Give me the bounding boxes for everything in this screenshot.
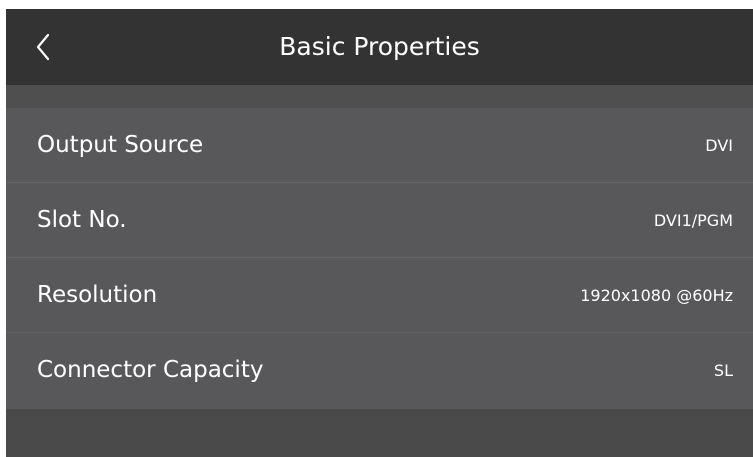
header-bar: Basic Properties <box>6 9 753 85</box>
property-row-connector-capacity: Connector Capacity SL <box>6 333 753 409</box>
property-label: Connector Capacity <box>37 357 264 383</box>
property-row-output-source: Output Source DVI <box>6 108 753 183</box>
device-screen: Basic Properties Output Source DVI Slot … <box>6 9 753 457</box>
property-label: Resolution <box>37 282 158 308</box>
property-value: 1920x1080 @60Hz <box>580 286 733 305</box>
property-label: Slot No. <box>37 207 127 233</box>
properties-list: Output Source DVI Slot No. DVI1/PGM Reso… <box>6 108 753 409</box>
property-value: DVI <box>705 136 733 155</box>
property-label: Output Source <box>37 132 204 158</box>
chevron-left-icon <box>36 33 50 61</box>
property-row-slot-no: Slot No. DVI1/PGM <box>6 183 753 258</box>
header-spacer <box>6 85 753 108</box>
page-title: Basic Properties <box>279 32 480 61</box>
property-value: SL <box>713 361 733 380</box>
property-value: DVI1/PGM <box>653 211 733 230</box>
property-row-resolution: Resolution 1920x1080 @60Hz <box>6 258 753 333</box>
back-button[interactable] <box>28 27 64 67</box>
